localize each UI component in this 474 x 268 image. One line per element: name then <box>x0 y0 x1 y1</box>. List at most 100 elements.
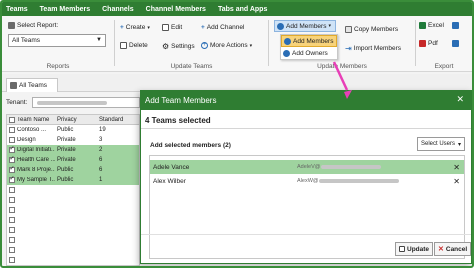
menu-channel-members[interactable]: Channel Members <box>146 6 206 13</box>
tenant-label: Tenant: <box>6 99 28 106</box>
chevron-down-icon: ▾ <box>457 142 461 148</box>
excel-icon <box>419 22 426 29</box>
extra-export-button-2[interactable] <box>452 40 459 47</box>
row-checkbox[interactable] <box>8 257 15 263</box>
more-actions-button[interactable]: + More Actions ▾ <box>201 42 252 49</box>
table-row[interactable] <box>7 255 139 265</box>
row-checkbox[interactable] <box>8 127 15 133</box>
table-row[interactable]: Contoso ... Public 19 <box>7 125 139 135</box>
close-icon[interactable]: ✕ <box>456 94 464 105</box>
member-email: AdeleV@ <box>297 164 382 170</box>
copy-members-button[interactable]: Copy Members <box>345 26 398 33</box>
menu-tabs-and-apps[interactable]: Tabs and Apps <box>218 6 267 13</box>
update-teams-group: + Create ▾ Edit + Add Channel Delete ⚙ S… <box>115 18 268 70</box>
row-checkbox[interactable] <box>8 197 15 203</box>
report-icon <box>8 22 15 29</box>
row-checkbox[interactable] <box>8 155 15 163</box>
select-report-label: Select Report: <box>17 22 59 29</box>
create-button[interactable]: + Create ▾ <box>120 24 150 31</box>
select-report-dropdown[interactable]: All Teams ▼ <box>8 34 106 47</box>
table-row[interactable] <box>7 225 139 235</box>
settings-button[interactable]: ⚙ Settings <box>162 42 195 51</box>
gear-icon: ⚙ <box>162 42 170 51</box>
table-row[interactable] <box>7 215 139 225</box>
table-row[interactable] <box>7 205 139 215</box>
teams-selected-count: 4 Teams selected <box>145 116 211 125</box>
col-team-name[interactable]: Team Name <box>16 117 55 123</box>
table-row[interactable]: Health Care ...Private 6 <box>7 155 139 165</box>
menubar: Teams Team Members Channels Channel Memb… <box>2 2 472 16</box>
col-standard[interactable]: Standard <box>97 117 135 123</box>
tab-all-teams[interactable]: All Teams <box>6 78 58 92</box>
table-row[interactable] <box>7 235 139 245</box>
trash-icon <box>120 42 127 49</box>
table-row[interactable] <box>7 195 139 205</box>
import-members-button[interactable]: ⇥ Import Members <box>345 44 401 53</box>
grid-header: Team Name Privacy Standard <box>7 115 139 125</box>
import-icon: ⇥ <box>345 44 352 53</box>
dropdown-add-members[interactable]: Add Members <box>281 35 337 47</box>
row-checkbox[interactable] <box>8 227 15 233</box>
row-checkbox[interactable] <box>8 175 15 183</box>
table-row[interactable]: Mark 8 Proje...Public 6 <box>7 165 139 175</box>
chevron-down-icon: ▼ <box>96 37 102 43</box>
team-name-cell: Health Care ... <box>17 157 55 163</box>
member-name: Alex Wilber <box>153 177 186 185</box>
update-members-group-label: Update Members <box>317 63 367 70</box>
table-row[interactable] <box>7 245 139 255</box>
pdf-button[interactable]: Pdf <box>419 40 438 47</box>
table-row[interactable] <box>7 185 139 195</box>
chevron-down-icon: ▾ <box>147 24 150 31</box>
privacy-cell: Private <box>57 147 76 153</box>
add-person-icon <box>284 37 291 45</box>
tenant-select[interactable] <box>32 97 140 108</box>
remove-member-icon[interactable]: ✕ <box>453 163 460 172</box>
table-row[interactable]: Digital Initiati...Private 2 <box>7 145 139 155</box>
standard-cell: 6 <box>99 167 103 173</box>
row-checkbox[interactable] <box>8 237 15 243</box>
team-name-cell: Digital Initiati... <box>17 147 55 153</box>
member-row-alex[interactable]: Alex Wilber AlexW@ ✕ <box>150 174 464 188</box>
select-report-value: All Teams <box>12 37 41 44</box>
team-name-cell: Contoso ... <box>17 127 47 133</box>
member-email: AlexW@ <box>297 178 400 184</box>
cancel-icon: ✕ <box>438 246 444 253</box>
row-checkbox[interactable] <box>8 137 15 143</box>
app-window: Teams Team Members Channels Channel Memb… <box>0 0 474 268</box>
select-users-dropdown[interactable]: Select Users ▾ <box>417 137 465 151</box>
cancel-button[interactable]: ✕ Cancel <box>434 242 472 256</box>
add-person-icon <box>277 22 284 30</box>
reports-group: Select Report: All Teams ▼ Reports <box>2 18 114 70</box>
grid-icon <box>10 82 17 89</box>
dropdown-add-owners[interactable]: Add Owners <box>281 47 337 59</box>
member-name: Adele Vance <box>153 163 190 171</box>
row-checkbox[interactable] <box>8 217 15 223</box>
select-all-checkbox[interactable] <box>8 116 15 123</box>
dialog-divider <box>141 128 471 129</box>
menu-team-members[interactable]: Team Members <box>40 6 90 13</box>
extra-export-button[interactable] <box>452 22 459 29</box>
delete-button[interactable]: Delete <box>120 42 148 49</box>
excel-button[interactable]: Excel <box>419 22 444 29</box>
add-selected-members-label: Add selected members (2) <box>150 142 231 149</box>
edit-button[interactable]: Edit <box>162 24 182 31</box>
table-row[interactable]: Design Private 3 <box>7 135 139 145</box>
remove-member-icon[interactable]: ✕ <box>453 177 460 186</box>
row-checkbox[interactable] <box>8 207 15 213</box>
row-checkbox[interactable] <box>8 145 15 153</box>
add-members-button[interactable]: Add Members ▾ <box>274 20 336 32</box>
row-checkbox[interactable] <box>8 247 15 253</box>
update-button[interactable]: Update <box>395 242 434 256</box>
export-icon <box>452 22 459 29</box>
row-checkbox[interactable] <box>8 187 15 193</box>
teams-grid: Team Name Privacy Standard Contoso ... Pu… <box>6 114 140 266</box>
table-row[interactable]: My Sample T...Public 1 <box>7 175 139 185</box>
ribbon: Select Report: All Teams ▼ Reports + Cre… <box>2 16 472 72</box>
col-privacy[interactable]: Privacy <box>55 117 97 123</box>
add-channel-button[interactable]: + Add Channel <box>201 24 244 31</box>
standard-cell: 1 <box>99 177 103 183</box>
row-checkbox[interactable] <box>8 165 15 173</box>
menu-teams[interactable]: Teams <box>6 6 28 13</box>
menu-channels[interactable]: Channels <box>102 6 134 13</box>
member-row-adele[interactable]: Adele Vance AdeleV@ ✕ <box>150 160 464 174</box>
